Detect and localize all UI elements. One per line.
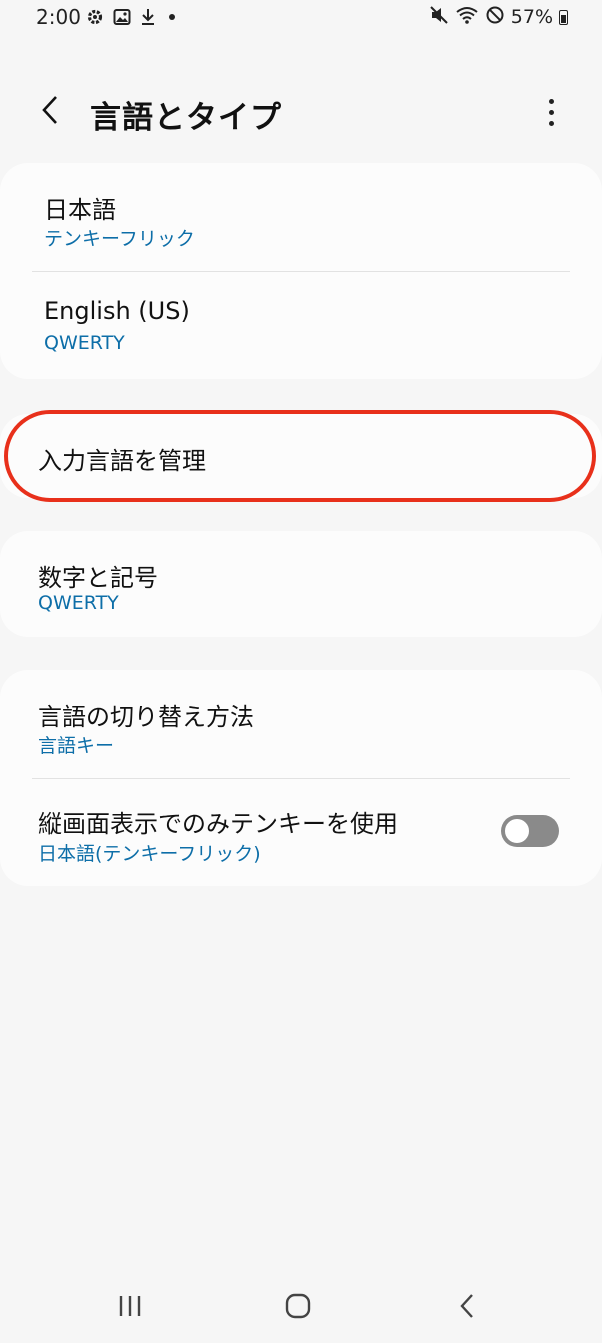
language-name: English (US) [44,297,190,325]
battery-percent: 57% [510,6,553,28]
dot-icon [165,8,179,30]
mute-icon [429,5,449,29]
toggle-knob [503,817,531,845]
gear-icon [86,8,104,30]
portrait-tenkey-label: 縦画面表示でのみテンキーを使用 [38,810,398,838]
recent-apps-button[interactable] [100,1290,160,1326]
status-bar: 2:00 57% [0,0,602,36]
wifi-icon [455,5,479,29]
keyboard-type: テンキーフリック [44,228,195,250]
portrait-tenkey-value: 日本語(テンキーフリック) [38,843,261,865]
image-icon [113,8,131,30]
highlight-annotation [4,410,596,502]
status-time: 2:00 [36,5,81,29]
page-title: 言語とタイプ [90,100,282,136]
back-arrow-icon [39,94,61,130]
keyboard-type: QWERTY [44,332,125,354]
notification-icons [86,8,179,30]
portrait-tenkey-toggle[interactable] [501,815,559,847]
language-item-english[interactable]: English (US) QWERTY [0,272,602,379]
back-nav-icon [457,1292,477,1324]
symbols-value: QWERTY [38,592,119,614]
languages-card: 日本語 テンキーフリック English (US) QWERTY [0,163,602,379]
home-icon [284,1292,312,1324]
symbols-label: 数字と記号 [38,564,158,592]
switching-card: 言語の切り替え方法 言語キー 縦画面表示でのみテンキーを使用 日本語(テンキーフ… [0,670,602,886]
symbols-card[interactable]: 数字と記号 QWERTY [0,531,602,637]
system-icons: 57% [429,5,568,29]
do-not-disturb-icon [485,5,505,29]
download-icon [140,8,156,30]
more-options-icon[interactable] [534,92,568,132]
back-nav-button[interactable] [437,1290,497,1326]
back-button[interactable] [30,90,70,134]
switch-method-label: 言語の切り替え方法 [38,703,254,731]
home-button[interactable] [268,1290,328,1326]
language-name: 日本語 [44,196,116,224]
switch-method-item[interactable]: 言語の切り替え方法 言語キー [0,670,602,778]
navigation-bar [0,1270,602,1343]
battery-icon [559,9,568,25]
switch-method-value: 言語キー [38,735,115,757]
recent-apps-icon [117,1294,143,1322]
language-item-japanese[interactable]: 日本語 テンキーフリック [0,163,602,271]
app-header: 言語とタイプ [0,80,602,144]
